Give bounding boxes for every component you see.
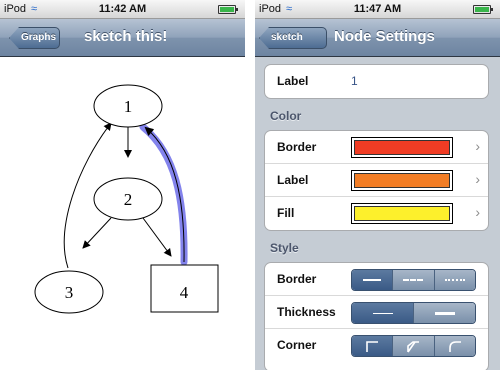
dotted-line-icon [444,279,465,281]
dashed-line-option[interactable] [392,270,434,290]
label-group: Label 1 [264,64,489,99]
color-group: Border › Label › Fill › [264,130,489,231]
row-label: Border [277,272,317,286]
chevron-right-icon: › [475,138,480,154]
section-header-style: Style [270,241,299,255]
back-button[interactable]: Graphs [9,27,60,49]
border-style-segmented-control[interactable] [351,269,476,291]
node-label: 1 [124,97,133,116]
chevron-right-icon: › [475,204,480,220]
thin-line-option[interactable] [352,303,413,323]
fill-color-row[interactable]: Fill › [265,197,488,230]
dotted-line-option[interactable] [433,270,475,290]
row-label: Label [277,173,309,187]
border-color-row[interactable]: Border › [265,131,488,164]
row-label: Corner [277,338,317,352]
label-color-row[interactable]: Label › [265,164,488,197]
square-corner-icon [366,341,379,352]
edge-2-4[interactable] [142,217,172,257]
thickness-row: Thickness [265,296,488,329]
graph-node[interactable]: 4 [150,264,219,313]
edge-2-3[interactable] [82,217,112,249]
clock: 11:47 AM [353,3,402,15]
style-group: Border Thickness Corner [264,262,489,370]
graph-drawing[interactable]: 1 2 3 4 [0,58,245,370]
fill-color-swatch[interactable] [351,203,453,224]
solid-line-icon [363,279,382,281]
row-label: Border [277,140,317,154]
dashed-line-icon [403,279,424,281]
square-corner-option[interactable] [352,336,393,356]
clock: 11:42 AM [98,3,147,15]
settings-panel: Label 1 Color Border › Label › Fill › St… [255,58,500,370]
page-title: Node Settings [334,28,435,45]
corner-row: Corner [265,329,488,362]
solid-line-option[interactable] [352,270,393,290]
back-button[interactable]: sketch this! [259,27,327,49]
node-label: 3 [65,283,74,302]
page-title: sketch this! [84,28,168,45]
navigation-bar: Graphs sketch this! [0,19,245,57]
graph-node[interactable]: 2 [93,177,163,221]
label-row[interactable]: Label 1 [265,65,488,98]
corner-segmented-control[interactable] [351,335,476,357]
round-corner-option[interactable] [433,336,475,356]
thickness-segmented-control[interactable] [351,302,476,324]
graph-node[interactable]: 3 [34,270,104,314]
node-label: 2 [124,190,133,209]
chevron-right-icon: › [475,171,480,187]
navigation-bar: sketch this! Node Settings [255,19,500,57]
bevel-corner-icon [407,341,420,353]
status-bar: iPod ≈ 11:47 AM [255,0,500,19]
thick-line-icon [434,311,455,315]
bevel-corner-option[interactable] [392,336,434,356]
section-header-color: Color [270,109,302,123]
graph-canvas[interactable]: 1 2 3 4 [0,58,245,370]
thick-line-option[interactable] [413,303,475,323]
label-color-swatch[interactable] [351,170,453,191]
node-label-value[interactable]: 1 [351,74,358,88]
right-screen: iPod ≈ 11:47 AM sketch this! Node Settin… [255,0,500,370]
thin-line-icon [372,312,393,314]
left-screen: iPod ≈ 11:42 AM Graphs sketch this! 1 2 … [0,0,245,370]
row-label: Label [277,74,309,88]
status-bar: iPod ≈ 11:42 AM [0,0,245,19]
graph-node[interactable]: 1 [93,84,163,128]
battery-icon [473,5,493,14]
battery-icon [218,5,238,14]
node-label: 4 [180,283,189,302]
border-color-swatch[interactable] [351,137,453,158]
row-label: Fill [277,206,295,220]
border-style-row: Border [265,263,488,296]
round-corner-icon [449,341,461,352]
row-label: Thickness [277,305,336,319]
